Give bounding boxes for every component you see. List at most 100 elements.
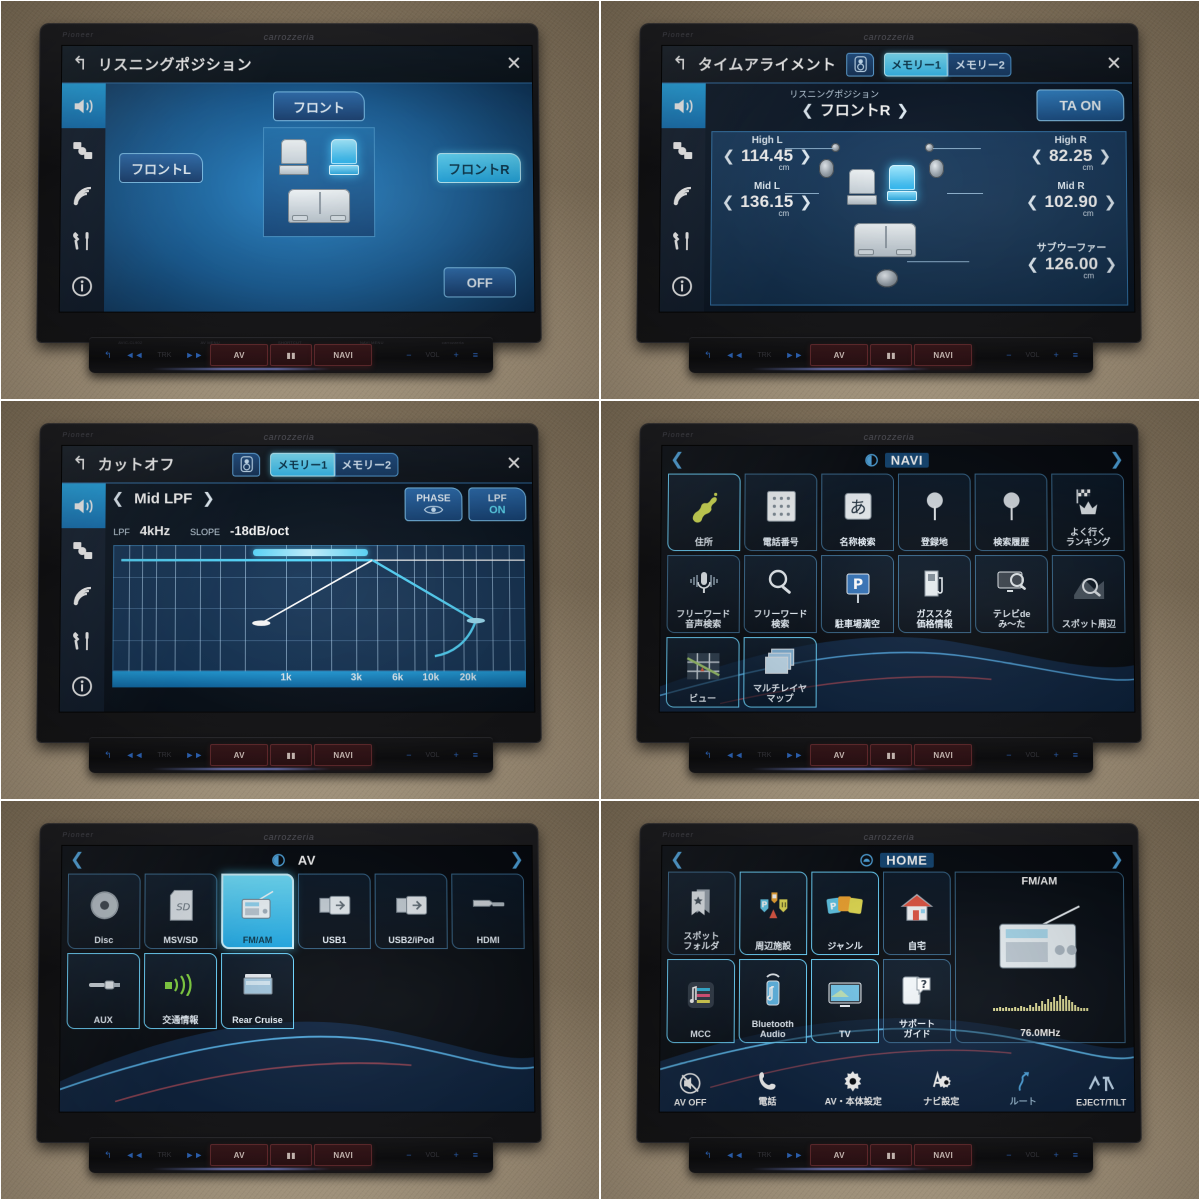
speaker-memory-icon[interactable]: [232, 452, 261, 477]
sidebar-item-info[interactable]: [60, 263, 105, 308]
close-icon[interactable]: ✕: [506, 453, 522, 476]
memory-tab-1[interactable]: メモリー1: [884, 52, 948, 77]
av-tile-msv-sd[interactable]: SD MSV/SD: [144, 873, 218, 950]
prev-position-icon[interactable]: ❮: [801, 101, 814, 119]
memory-tab-1[interactable]: メモリー1: [270, 452, 335, 477]
hw-menu-button[interactable]: ≡: [466, 350, 485, 360]
ta-on-button[interactable]: TA ON: [1036, 89, 1125, 122]
phase-button[interactable]: PHASE: [404, 487, 463, 522]
sidebar-item-signal[interactable]: [61, 173, 105, 218]
navi-tile-parking-vacancy[interactable]: P 駐車場満空: [820, 555, 895, 634]
hw-prev-button[interactable]: ◄◄: [119, 350, 151, 360]
hw-prev-button[interactable]: ◄◄: [119, 1150, 151, 1160]
lcd-screen[interactable]: HOME ❮ ❯ スポット フォルダ P 周辺施設 P ジャンル 自宅 MCC …: [659, 845, 1135, 1112]
hw-volume-up-button[interactable]: +: [446, 1150, 465, 1160]
av-tile-disc[interactable]: Disc: [67, 873, 141, 950]
hw-menu-button[interactable]: ≡: [1066, 350, 1085, 360]
close-icon[interactable]: ✕: [506, 53, 522, 76]
hw-next-button[interactable]: ►►: [778, 350, 810, 360]
hw-volume-up-button[interactable]: +: [446, 350, 465, 360]
hw-volume-up-button[interactable]: +: [1046, 1150, 1065, 1160]
hw-navi-button[interactable]: NAVI: [314, 1144, 373, 1166]
navi-tile-freeword-voice[interactable]: フリーワード 音声検索: [666, 555, 741, 634]
navi-tile-multilayer-map[interactable]: マルチレイヤ マップ: [743, 637, 817, 708]
hw-volume-up-button[interactable]: +: [1046, 750, 1065, 760]
sidebar-item-source[interactable]: [61, 128, 105, 173]
position-front-right-button[interactable]: フロントR: [436, 153, 522, 183]
hw-volume-down-button[interactable]: −: [399, 1150, 418, 1160]
hw-navi-button[interactable]: NAVI: [914, 344, 973, 366]
lcd-screen[interactable]: ↰ カットオフ メモリー1 メモリー2 ✕ ❮ Mid LPF ❯ PHASE …: [59, 445, 535, 712]
home-tile-bluetooth-audio[interactable]: Bluetooth Audio: [738, 959, 808, 1044]
home-tile-mcc[interactable]: MCC: [666, 959, 736, 1044]
sidebar-item-signal[interactable]: [661, 173, 705, 218]
lcd-screen[interactable]: AV ❮ ❯ Disc SD MSV/SD FM/AM USB1 USB2/iP…: [59, 845, 535, 1112]
hw-av-button[interactable]: AV: [810, 1144, 869, 1166]
back-icon[interactable]: ↰: [672, 54, 688, 75]
menu-mode-icon[interactable]: [272, 853, 285, 866]
sidebar-item-info[interactable]: [60, 663, 105, 708]
home-tile-spot-folder[interactable]: スポット フォルダ: [667, 871, 736, 956]
next-page-icon[interactable]: ❯: [1109, 450, 1123, 470]
navi-tile-address[interactable]: 住所: [667, 473, 741, 552]
prev-page-icon[interactable]: ❮: [670, 450, 684, 470]
hw-volume-down-button[interactable]: −: [999, 1150, 1018, 1160]
lpf-toggle-button[interactable]: LPF ON: [468, 487, 527, 522]
increment-icon[interactable]: ❯: [1104, 255, 1117, 273]
av-tile-usb1[interactable]: USB1: [297, 873, 371, 950]
hw-apps-button[interactable]: ▮▮: [870, 744, 913, 766]
hw-prev-button[interactable]: ◄◄: [719, 350, 751, 360]
hw-apps-button[interactable]: ▮▮: [270, 1144, 313, 1166]
hw-next-button[interactable]: ►►: [178, 1150, 210, 1160]
hw-av-button[interactable]: AV: [210, 344, 269, 366]
prev-page-icon[interactable]: ❮: [670, 850, 684, 870]
decrement-icon[interactable]: ❮: [1030, 147, 1043, 165]
hw-prev-button[interactable]: ◄◄: [719, 750, 751, 760]
home-bar-route[interactable]: ルート: [1009, 1070, 1037, 1107]
next-page-icon[interactable]: ❯: [1109, 850, 1123, 870]
navi-tile-registered-place[interactable]: 登録地: [897, 473, 971, 552]
hw-next-button[interactable]: ►►: [778, 1150, 810, 1160]
hw-next-button[interactable]: ►►: [778, 750, 810, 760]
next-position-icon[interactable]: ❯: [896, 101, 909, 119]
hw-menu-button[interactable]: ≡: [466, 1150, 485, 1160]
hw-volume-up-button[interactable]: +: [446, 750, 465, 760]
hw-navi-button[interactable]: NAVI: [914, 1144, 973, 1166]
next-channel-icon[interactable]: ❯: [202, 489, 215, 507]
hw-back-button[interactable]: ↰: [97, 350, 119, 360]
close-icon[interactable]: ✕: [1106, 53, 1122, 76]
lcd-screen[interactable]: NAVI ❮ ❯ 住所 電話番号 あ 名称検索 登録地 検索履歴 よく行く ラン…: [659, 445, 1135, 712]
sidebar-item-source[interactable]: [61, 528, 105, 573]
memory-tab-2[interactable]: メモリー2: [947, 52, 1012, 77]
sidebar-item-signal[interactable]: [61, 573, 105, 618]
hw-av-button[interactable]: AV: [810, 344, 869, 366]
hw-navi-button[interactable]: NAVI: [314, 344, 373, 366]
lcd-screen[interactable]: ↰ リスニングポジション ✕ フロント フロントL フロントR OFF: [59, 45, 535, 312]
hw-menu-button[interactable]: ≡: [1066, 750, 1085, 760]
decrement-icon[interactable]: ❮: [722, 147, 735, 165]
sidebar-item-tools[interactable]: [60, 618, 105, 663]
hw-volume-down-button[interactable]: −: [999, 350, 1018, 360]
hw-volume-down-button[interactable]: −: [999, 750, 1018, 760]
prev-page-icon[interactable]: ❮: [70, 850, 84, 870]
crossover-chart[interactable]: [112, 545, 526, 672]
hw-prev-button[interactable]: ◄◄: [719, 1150, 751, 1160]
hw-av-button[interactable]: AV: [810, 744, 869, 766]
home-bar-eject-tilt[interactable]: EJECT/TILT: [1076, 1075, 1126, 1108]
hw-next-button[interactable]: ►►: [178, 750, 210, 760]
navi-tile-frequent-ranking[interactable]: よく行く ランキング: [1051, 473, 1125, 552]
back-icon[interactable]: ↰: [72, 454, 88, 475]
hw-av-button[interactable]: AV: [210, 744, 269, 766]
hw-apps-button[interactable]: ▮▮: [870, 344, 913, 366]
av-tile-fm-am[interactable]: FM/AM: [221, 873, 294, 950]
sidebar-item-tools[interactable]: [60, 218, 105, 263]
lcd-screen[interactable]: ↰ タイムアライメント メモリー1 メモリー2 ✕ リスニングポジション ❮ フ…: [659, 45, 1135, 312]
home-tile-support-guide[interactable]: ? サポート ガイド: [882, 959, 952, 1044]
av-tile-rear-cruise[interactable]: Rear Cruise: [220, 953, 295, 1030]
hw-back-button[interactable]: ↰: [97, 750, 119, 760]
home-bar-av-off[interactable]: AV OFF: [674, 1071, 707, 1108]
decrement-icon[interactable]: ❮: [1026, 193, 1039, 211]
sidebar-item-audio[interactable]: [61, 83, 106, 129]
increment-icon[interactable]: ❯: [1098, 147, 1111, 165]
navi-tile-freeword-search[interactable]: フリーワード 検索: [743, 555, 818, 634]
